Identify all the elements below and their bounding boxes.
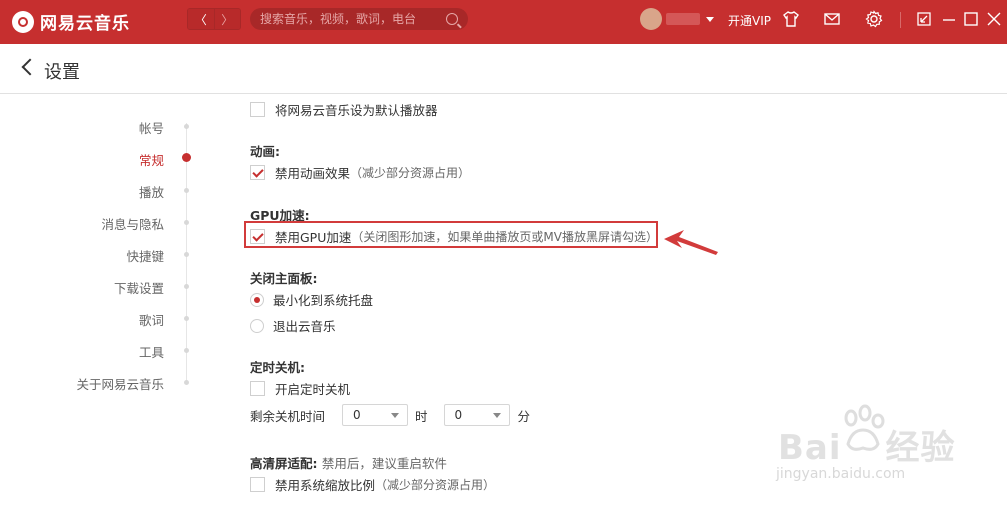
app-logo[interactable]: 网易云音乐: [12, 9, 130, 34]
mini-mode-icon[interactable]: [915, 10, 933, 28]
exit-app-radio[interactable]: [250, 318, 264, 333]
avatar[interactable]: [640, 8, 662, 30]
shutdown-time-row: 剩余关机时间 0 时 0 分: [250, 404, 530, 426]
close-panel-section-title: 关闭主面板:: [250, 271, 318, 286]
settings-header: 设置: [0, 44, 1007, 94]
watermark-text: Bai 经验: [778, 428, 956, 468]
minimize-to-tray-label: 最小化到系统托盘: [273, 293, 374, 308]
maximize-icon[interactable]: [962, 10, 980, 28]
back-nav-button[interactable]: 〈: [188, 9, 214, 29]
mail-icon[interactable]: [823, 10, 841, 28]
default-player-option[interactable]: 将网易云音乐设为默认播放器: [250, 100, 438, 119]
enable-shutdown-option[interactable]: 开启定时关机: [250, 379, 350, 398]
username-blurred[interactable]: [666, 13, 700, 25]
hidpi-title: 高清屏适配:: [250, 456, 318, 471]
enable-shutdown-checkbox[interactable]: [250, 381, 265, 396]
enable-shutdown-label: 开启定时关机: [275, 382, 351, 397]
netease-music-logo-icon: [12, 10, 34, 33]
exit-app-option[interactable]: 退出云音乐: [250, 316, 336, 335]
vip-link[interactable]: 开通VIP: [728, 12, 771, 29]
disable-animation-hint: （减少部分资源占用）: [350, 166, 471, 180]
app-name: 网易云音乐: [40, 14, 130, 34]
watermark-url: jingyan.baidu.com: [776, 466, 906, 482]
disable-animation-option[interactable]: 禁用动画效果 （减少部分资源占用）: [250, 163, 470, 182]
history-nav: 〈 〉: [187, 8, 241, 30]
page-title: 设置: [44, 62, 80, 83]
minutes-select[interactable]: 0: [443, 404, 510, 426]
annotation-highlight-box: [244, 221, 658, 248]
disable-scaling-option[interactable]: 禁用系统缩放比例 （减少部分资源占用）: [250, 475, 495, 494]
remaining-time-label: 剩余关机时间: [250, 408, 326, 424]
search-input[interactable]: [260, 12, 446, 26]
search-icon[interactable]: [446, 13, 458, 25]
shirt-icon[interactable]: [782, 10, 800, 28]
hidpi-note: 禁用后，建议重启软件: [321, 456, 447, 471]
gear-icon[interactable]: [865, 10, 883, 28]
search-box: [250, 8, 468, 30]
minutes-value: 0: [454, 408, 463, 422]
chevron-down-icon: [391, 413, 400, 418]
disable-scaling-hint: （减少部分资源占用）: [375, 478, 496, 492]
user-menu-caret-icon[interactable]: [706, 17, 714, 22]
animation-section-title: 动画:: [250, 144, 280, 159]
baidu-watermark: Bai 经验 jingyan.baidu.com: [772, 404, 1002, 494]
title-bar: 网易云音乐 〈 〉 开通VIP: [0, 0, 1007, 44]
shutdown-section-title: 定时关机:: [250, 360, 305, 375]
minutes-unit: 分: [517, 408, 531, 424]
annotation-arrow-icon: [664, 230, 718, 255]
close-icon[interactable]: [985, 10, 1003, 28]
back-arrow-icon[interactable]: [21, 58, 39, 76]
exit-app-label: 退出云音乐: [273, 319, 336, 334]
chevron-down-icon: [492, 413, 501, 418]
minimize-icon[interactable]: [940, 10, 958, 28]
hours-value: 0: [353, 408, 361, 422]
default-player-checkbox[interactable]: [250, 102, 265, 117]
hidpi-section-title: 高清屏适配: 禁用后，建议重启软件: [250, 453, 447, 472]
minimize-to-tray-option[interactable]: 最小化到系统托盘: [250, 290, 373, 309]
hours-unit: 时: [415, 408, 428, 424]
forward-nav-button[interactable]: 〉: [213, 9, 240, 29]
hours-select[interactable]: 0: [342, 404, 409, 426]
minimize-to-tray-radio[interactable]: [250, 292, 264, 307]
disable-animation-checkbox[interactable]: [250, 165, 265, 180]
disable-scaling-checkbox[interactable]: [250, 477, 265, 492]
default-player-label: 将网易云音乐设为默认播放器: [275, 103, 438, 118]
titlebar-separator: [900, 12, 901, 28]
disable-animation-label: 禁用动画效果: [275, 166, 351, 181]
disable-scaling-label: 禁用系统缩放比例: [275, 478, 376, 493]
